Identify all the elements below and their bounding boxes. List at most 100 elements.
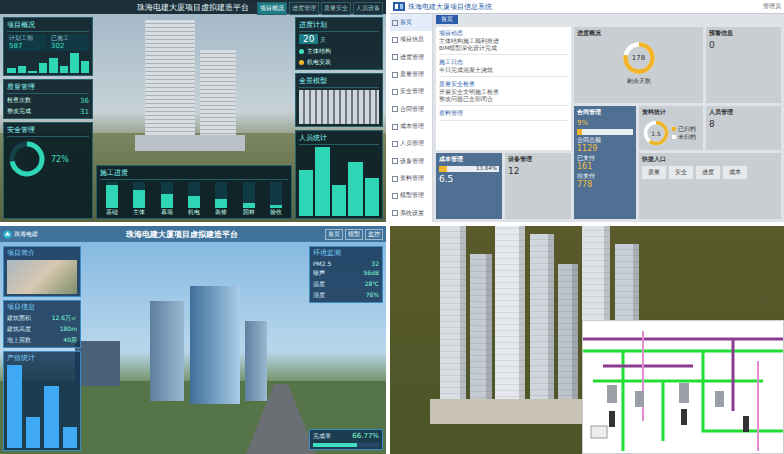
contract-value: 待支付778 <box>577 173 633 189</box>
news-item[interactable]: 整改问题已全部闭合 <box>439 96 568 103</box>
news-item[interactable]: 主体结构施工顺利推进 <box>439 38 568 45</box>
shortcuts-card: 快捷入口 质量安全进度成本 <box>639 153 781 219</box>
bar <box>299 170 313 216</box>
cost-card: 成本管理 13.84% 6.5 <box>436 153 502 219</box>
news-item[interactable]: 今日完成混凝土浇筑 <box>439 67 568 74</box>
nav-tab[interactable]: 监控 <box>365 229 383 240</box>
info-row: 建筑高度180m <box>7 325 77 334</box>
panel-title: 进度计划 <box>299 20 379 32</box>
nav-tab[interactable]: 首页 <box>325 229 343 240</box>
tower <box>190 286 240 404</box>
left-column: 项目简介 项目信息 建筑面积12.6万㎡建筑高度180m地上层数40层 产值统计 <box>3 246 81 451</box>
monitor-panel: 环境监测 PM2.532噪声56dB温度28℃湿度76% <box>309 246 383 303</box>
status-dot <box>299 49 304 54</box>
sidebar-item[interactable]: 系统设置 <box>390 205 432 222</box>
sidebar-item[interactable]: 首页 <box>390 14 432 31</box>
right-column: 进度计划 20天 主体结构 机电安装 全景模型 人员统计 <box>295 17 383 219</box>
model-picture[interactable] <box>299 90 379 124</box>
progress-bar: 基础 <box>100 182 124 216</box>
tower <box>495 226 525 404</box>
safety-donut <box>7 139 47 179</box>
sidebar-item[interactable]: 设备管理 <box>390 153 432 170</box>
tab-strip: 首页 <box>433 14 784 24</box>
news-section: 项目动态 主体结构施工顺利推进BIM模型深化设计完成 <box>439 29 568 55</box>
pipe-diagram <box>583 321 783 451</box>
menu-icon <box>392 124 398 130</box>
info-row: 地上层数40层 <box>7 336 77 345</box>
podium <box>135 135 245 151</box>
nav-tab[interactable]: 人员设备 <box>353 2 383 15</box>
tower <box>558 264 578 404</box>
panel-title: 人员统计 <box>299 133 379 145</box>
menu-icon <box>392 89 398 95</box>
schedule-panel: 进度计划 20天 主体结构 机电安装 <box>295 17 383 70</box>
schedule-value: 20天 <box>299 34 379 45</box>
news-item[interactable]: 开展安全文明施工检查 <box>439 89 568 96</box>
quality-panel: 质量管理 检查次数36整改完成31 <box>3 79 93 119</box>
sidebar-item[interactable]: 安全管理 <box>390 83 432 100</box>
tower <box>145 20 195 145</box>
bar <box>39 63 48 73</box>
rate-panel: 完成率66.77% <box>309 429 383 450</box>
bar <box>315 147 329 216</box>
sidebar-item[interactable]: 资料管理 <box>390 170 432 187</box>
title: 珠海电建大厦项目信息系统 <box>408 2 760 12</box>
information-system: 珠海电建大厦项目信息系统 管理员 首页项目信息进度管理质量管理安全管理合同管理成… <box>390 0 784 222</box>
sidebar-item[interactable]: 合同管理 <box>390 101 432 118</box>
sidebar-item[interactable]: 项目信息 <box>390 31 432 48</box>
virtual-construction-dashboard: 珠海电建大厦项目虚拟建造平台 项目概况进度管理质量安全人员设备 项目概况 计划工… <box>0 0 386 222</box>
people-panel: 人员统计 <box>295 130 383 219</box>
tower <box>75 341 120 386</box>
menu-icon <box>392 72 398 78</box>
panel-title: 全景模型 <box>299 76 379 88</box>
sidebar-item[interactable]: 成本管理 <box>390 118 432 135</box>
news-item[interactable]: BIM模型深化设计完成 <box>439 45 568 52</box>
legend-item: 未归档 <box>672 134 696 141</box>
bar <box>7 68 16 73</box>
monitor-row: 湿度76% <box>313 291 379 300</box>
panel-title: 施工进度 <box>100 168 288 180</box>
virtual-construction-platform: 珠海电建 珠海电建大厦项目虚拟建造平台 首页模型监控 项目简介 项目信息 建筑面… <box>0 226 386 454</box>
sidebar-item[interactable]: 质量管理 <box>390 66 432 83</box>
plan-card: 进度概况 178 剩余天数 <box>574 27 703 103</box>
tower <box>200 50 236 145</box>
menu-icon <box>392 20 398 26</box>
contract-progress <box>577 129 633 135</box>
shortcut-button[interactable]: 质量 <box>642 166 666 179</box>
header: 珠海电建 珠海电建大厦项目虚拟建造平台 首页模型监控 <box>0 226 386 242</box>
logo-icon <box>3 230 12 239</box>
sidebar-item[interactable]: 进度管理 <box>390 49 432 66</box>
menu-icon <box>392 176 398 182</box>
title: 珠海电建大厦项目虚拟建造平台 <box>42 229 321 240</box>
bar <box>44 386 59 448</box>
bim-model-view <box>390 226 784 454</box>
quality-row: 整改完成31 <box>7 107 89 116</box>
user-name[interactable]: 管理员 <box>763 2 781 11</box>
mep-pipe-model[interactable] <box>582 320 784 454</box>
screenshot-collage: 珠海电建大厦项目虚拟建造平台 项目概况进度管理质量安全人员设备 项目概况 计划工… <box>0 0 784 454</box>
bar-chart <box>7 365 77 448</box>
monitor-row: 噪声56dB <box>313 269 379 278</box>
sidebar-item[interactable]: 模型管理 <box>390 187 432 204</box>
contract-card: 合同管理 9% 合同总额1129已支付161待支付778 <box>574 106 636 219</box>
overview-panel: 项目概况 计划工期587已施工302 <box>3 17 93 76</box>
progress-bar: 机电 <box>182 182 206 216</box>
title: 珠海电建大厦项目虚拟建造平台 <box>137 2 249 13</box>
warn-card: 预警信息 0 <box>706 27 781 103</box>
safety-reading: 72% <box>51 155 69 164</box>
monitor-row: 温度28℃ <box>313 280 379 289</box>
nav-tab[interactable]: 模型 <box>345 229 363 240</box>
nav: 项目概况进度管理质量安全人员设备 <box>257 2 383 15</box>
shortcut-button[interactable]: 进度 <box>696 166 720 179</box>
shortcut-button[interactable]: 成本 <box>723 166 747 179</box>
nav-tab[interactable]: 进度管理 <box>289 2 319 15</box>
brand: 珠海电建 <box>3 230 38 239</box>
shortcut-button[interactable]: 安全 <box>669 166 693 179</box>
nav-tab[interactable]: 质量安全 <box>321 2 351 15</box>
tab[interactable]: 首页 <box>436 15 458 24</box>
tower <box>150 301 184 401</box>
nav-tab[interactable]: 项目概况 <box>257 2 287 15</box>
sidebar-item[interactable]: 人员管理 <box>390 135 432 152</box>
bar-chart <box>299 147 379 216</box>
news-section: 施工日志 今日完成混凝土浇筑 <box>439 58 568 77</box>
